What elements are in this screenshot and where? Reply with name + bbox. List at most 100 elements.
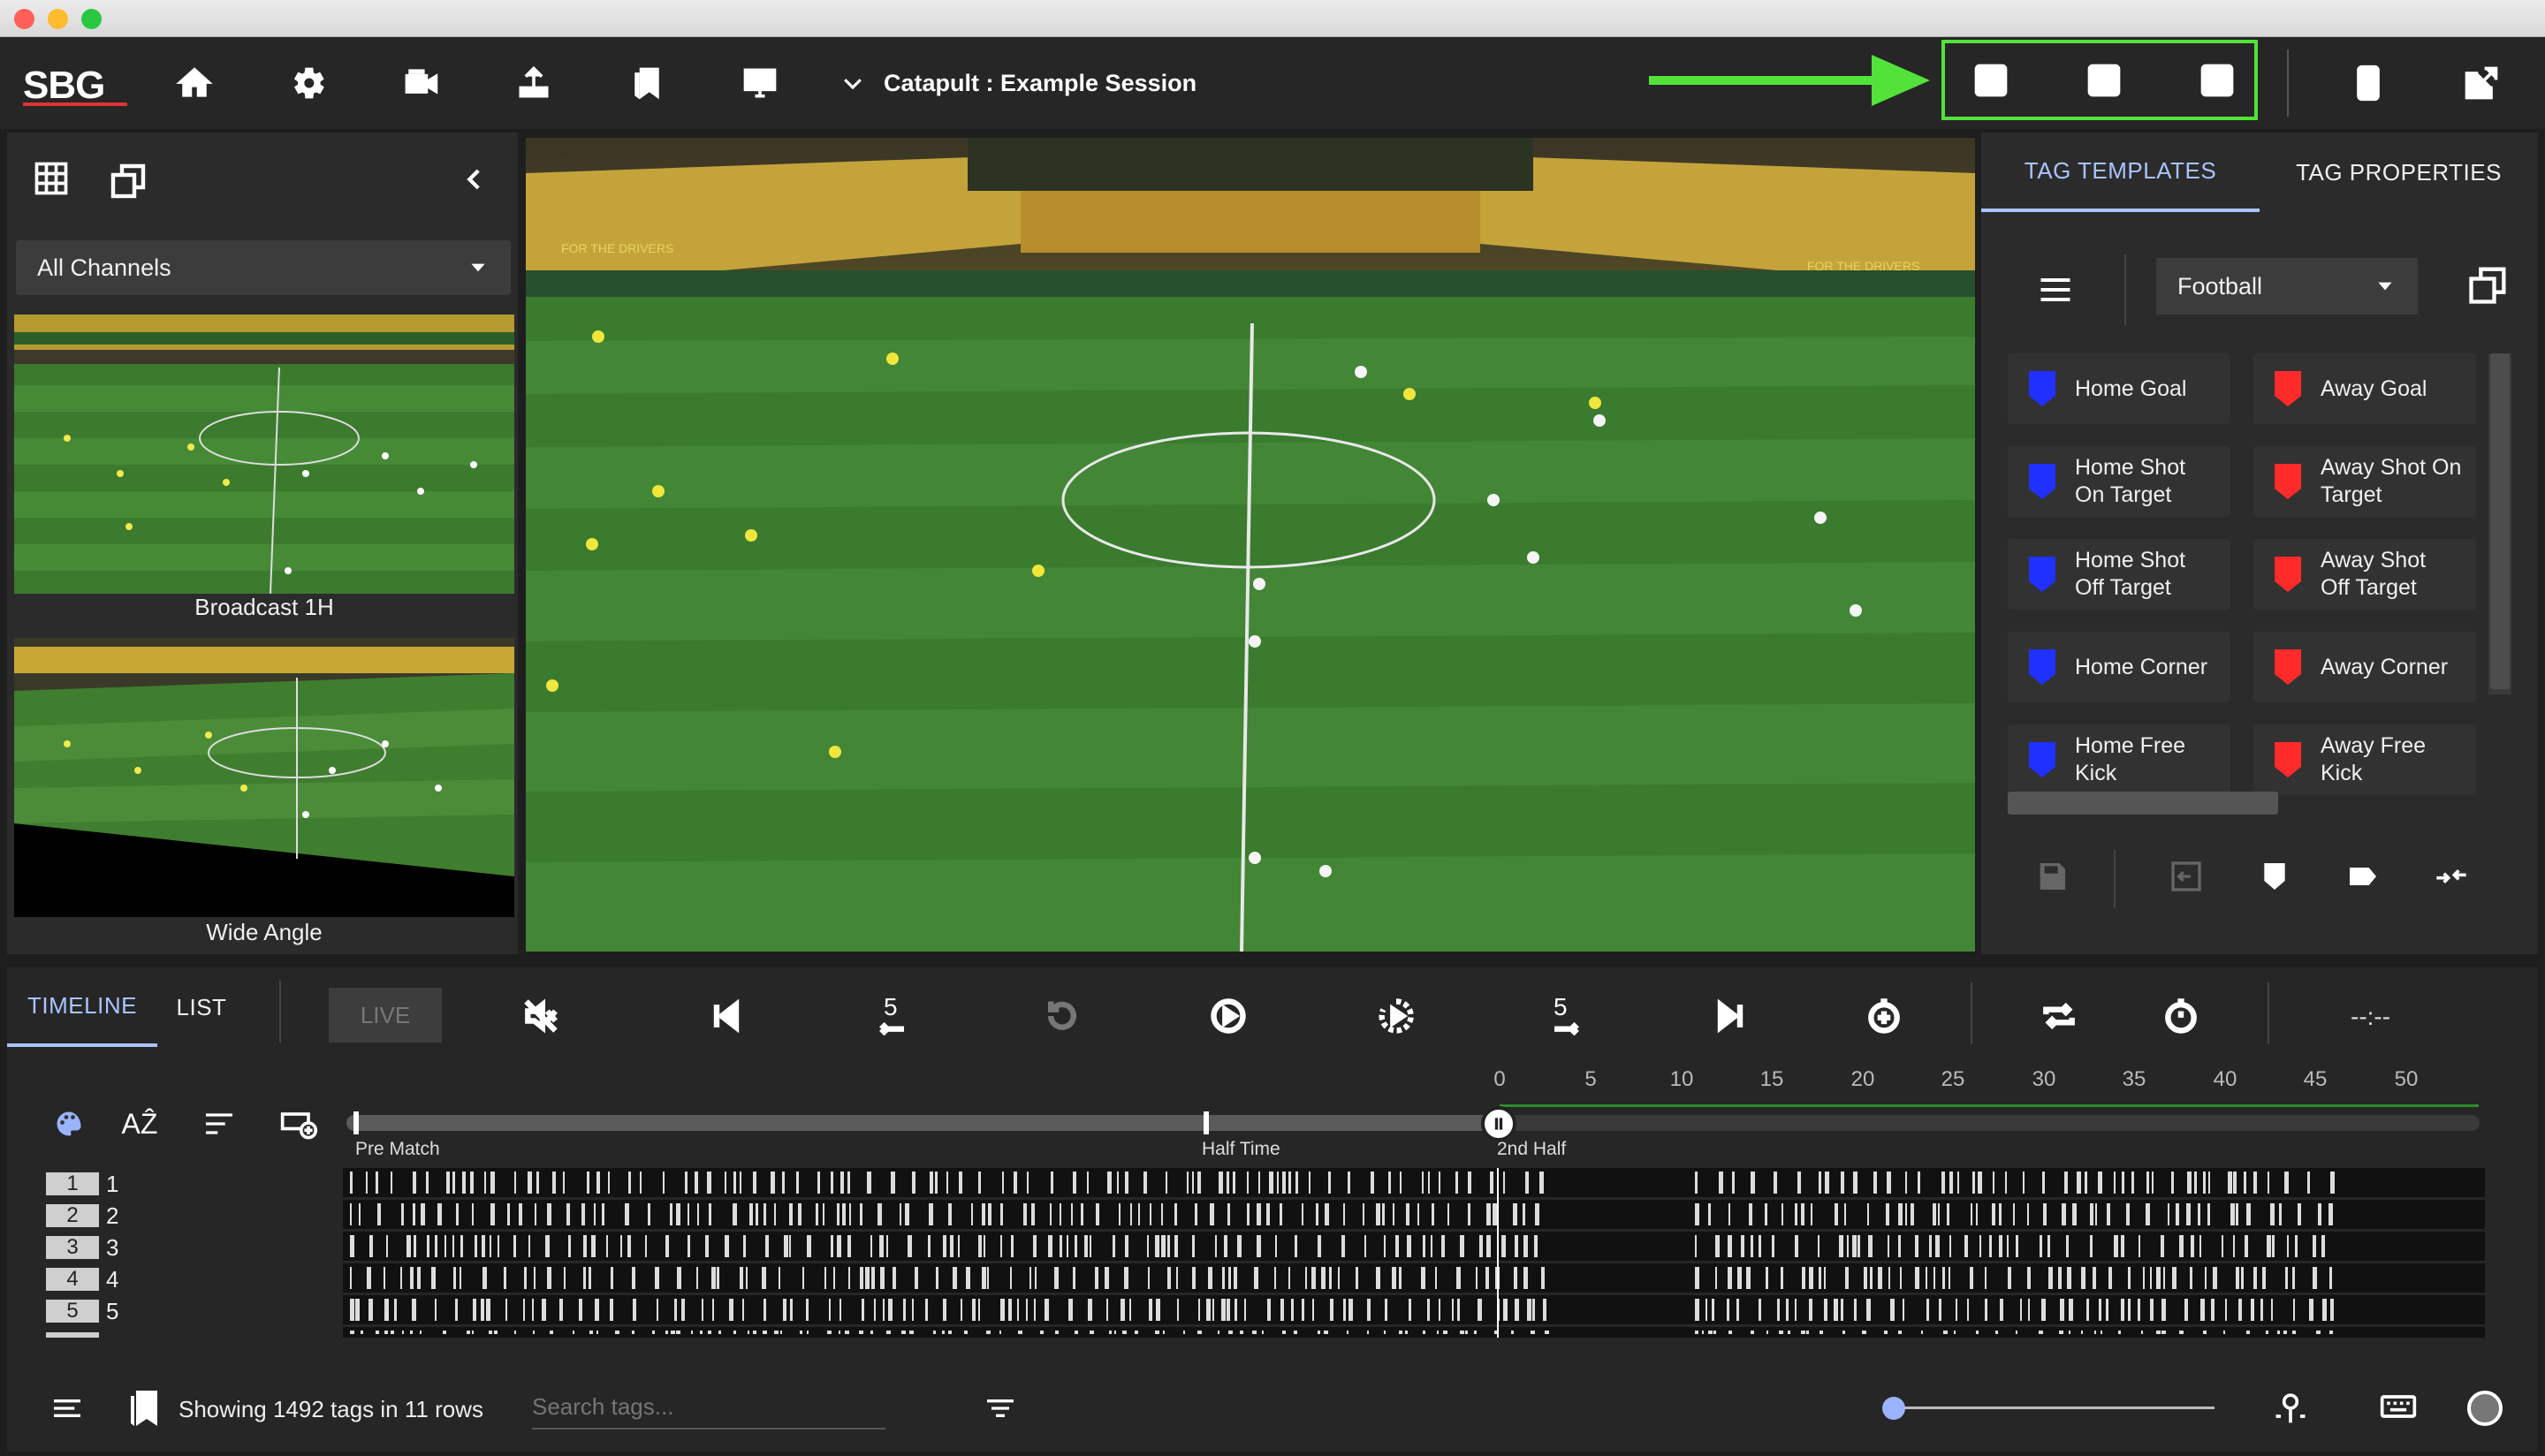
layout-single-icon[interactable]: [1964, 54, 2017, 107]
tag-mark[interactable]: [2223, 1331, 2225, 1334]
tag-mark[interactable]: [743, 1235, 746, 1257]
tag-mark[interactable]: [1795, 1299, 1797, 1321]
tag-mark[interactable]: [972, 1299, 976, 1321]
tag-mark[interactable]: [717, 1267, 719, 1289]
tag-mark[interactable]: [1125, 1172, 1128, 1194]
tag-mark[interactable]: [2267, 1235, 2271, 1257]
tag-mark[interactable]: [2298, 1203, 2301, 1225]
tag-mark[interactable]: [877, 1203, 882, 1225]
tag-mark[interactable]: [925, 1299, 928, 1321]
tag-mark[interactable]: [663, 1172, 665, 1194]
stopwatch-icon[interactable]: [2154, 990, 2207, 1043]
menu-lines-icon[interactable]: [42, 1384, 92, 1433]
skip-to-start-icon[interactable]: [700, 990, 753, 1043]
tag-mark[interactable]: [1258, 1172, 1260, 1194]
tag-mark[interactable]: [1797, 1172, 1801, 1194]
tag-mark[interactable]: [1890, 1299, 1895, 1321]
tag-mark[interactable]: [2329, 1331, 2333, 1334]
tag-mark[interactable]: [417, 1267, 421, 1289]
tag-mark[interactable]: [1766, 1331, 1768, 1334]
tag-mark[interactable]: [1129, 1299, 1131, 1321]
tag-mark[interactable]: [1233, 1172, 1235, 1194]
tag-mark[interactable]: [1985, 1267, 1987, 1289]
tag-mark[interactable]: [2146, 1172, 2149, 1194]
tag-mark[interactable]: [559, 1299, 563, 1321]
tag-mark[interactable]: [410, 1331, 413, 1334]
tag-mark[interactable]: [1367, 1331, 1369, 1334]
tag-mark[interactable]: [1864, 1267, 1867, 1289]
tag-mark[interactable]: [1000, 1203, 1003, 1225]
tag-button-away-corner[interactable]: Away Corner: [2253, 632, 2476, 702]
tablet-icon[interactable]: [2342, 57, 2395, 110]
tag-mark[interactable]: [528, 1172, 532, 1194]
tag-mark[interactable]: [1010, 1267, 1012, 1289]
shield-tag-icon[interactable]: [2257, 859, 2296, 898]
tag-mark[interactable]: [779, 1267, 780, 1289]
tag-mark[interactable]: [2236, 1203, 2238, 1225]
grid-view-icon[interactable]: [32, 159, 71, 198]
tag-mark[interactable]: [486, 1299, 490, 1321]
tag-mark[interactable]: [2143, 1267, 2145, 1289]
save-icon[interactable]: [2034, 859, 2073, 898]
tag-mark[interactable]: [421, 1203, 425, 1225]
tag-mark[interactable]: [900, 1203, 901, 1225]
tag-mark[interactable]: [376, 1172, 378, 1194]
tag-mark[interactable]: [368, 1299, 373, 1321]
tag-mark[interactable]: [1071, 1203, 1073, 1225]
tag-mark[interactable]: [1888, 1235, 1889, 1257]
tag-mark[interactable]: [1000, 1235, 1002, 1257]
tag-mark[interactable]: [2313, 1235, 2316, 1257]
tag-button-home-shot-off-target[interactable]: Home Shot Off Target: [2008, 539, 2230, 610]
tag-mark[interactable]: [1148, 1267, 1150, 1289]
tag-mark[interactable]: [1456, 1267, 1461, 1289]
tag-mark[interactable]: [893, 1267, 896, 1289]
tag-mark[interactable]: [1295, 1235, 1297, 1257]
tag-mark[interactable]: [1198, 1299, 1200, 1321]
tag-mark[interactable]: [377, 1203, 381, 1225]
tag-mark[interactable]: [1949, 1172, 1953, 1194]
tag-mark[interactable]: [456, 1203, 459, 1225]
tag-mark[interactable]: [589, 1331, 593, 1334]
live-button[interactable]: LIVE: [329, 988, 442, 1043]
tag-mark[interactable]: [1967, 1299, 1969, 1321]
tag-mark[interactable]: [764, 1299, 766, 1321]
tag-mark[interactable]: [1288, 1267, 1290, 1289]
tag-mark[interactable]: [2260, 1299, 2263, 1321]
tag-mark[interactable]: [452, 1235, 454, 1257]
tag-mark[interactable]: [1447, 1203, 1449, 1225]
tag-mark[interactable]: [1302, 1203, 1303, 1225]
sort-lines-icon[interactable]: [194, 1099, 244, 1149]
tag-mark[interactable]: [1121, 1299, 1125, 1321]
tag-mark[interactable]: [888, 1299, 893, 1321]
tag-mark[interactable]: [1543, 1299, 1546, 1321]
tag-mark[interactable]: [1409, 1299, 1411, 1321]
tag-mark[interactable]: [645, 1235, 647, 1257]
tag-mark[interactable]: [870, 1331, 873, 1334]
tag-mark[interactable]: [946, 1172, 948, 1194]
tag-mark[interactable]: [2172, 1267, 2177, 1289]
tag-mark[interactable]: [1989, 1235, 1992, 1257]
tag-mark[interactable]: [1918, 1172, 1920, 1194]
tag-mark[interactable]: [498, 1235, 499, 1257]
loop-icon[interactable]: [2032, 990, 2085, 1043]
tag-mark[interactable]: [550, 1331, 553, 1334]
tag-mark[interactable]: [350, 1299, 354, 1321]
tag-mark[interactable]: [1766, 1267, 1768, 1289]
tag-mark[interactable]: [2086, 1299, 2089, 1321]
tag-mark[interactable]: [1034, 1299, 1036, 1321]
tag-mark[interactable]: [1949, 1267, 1950, 1289]
tag-mark[interactable]: [953, 1267, 957, 1289]
tab-tag-properties[interactable]: TAG PROPERTIES: [2260, 133, 2538, 212]
tag-mark[interactable]: [1811, 1203, 1812, 1225]
tab-list[interactable]: LIST: [157, 967, 246, 1047]
tag-mark[interactable]: [350, 1235, 354, 1257]
tag-mark[interactable]: [688, 1235, 690, 1257]
tag-mark[interactable]: [1262, 1331, 1264, 1334]
tag-mark[interactable]: [2322, 1299, 2327, 1321]
tag-mark[interactable]: [867, 1172, 871, 1194]
tag-mark[interactable]: [1295, 1172, 1298, 1194]
tag-mark[interactable]: [1237, 1235, 1242, 1257]
tag-mark[interactable]: [847, 1172, 850, 1194]
tag-mark[interactable]: [711, 1267, 716, 1289]
tag-mark[interactable]: [547, 1267, 551, 1289]
